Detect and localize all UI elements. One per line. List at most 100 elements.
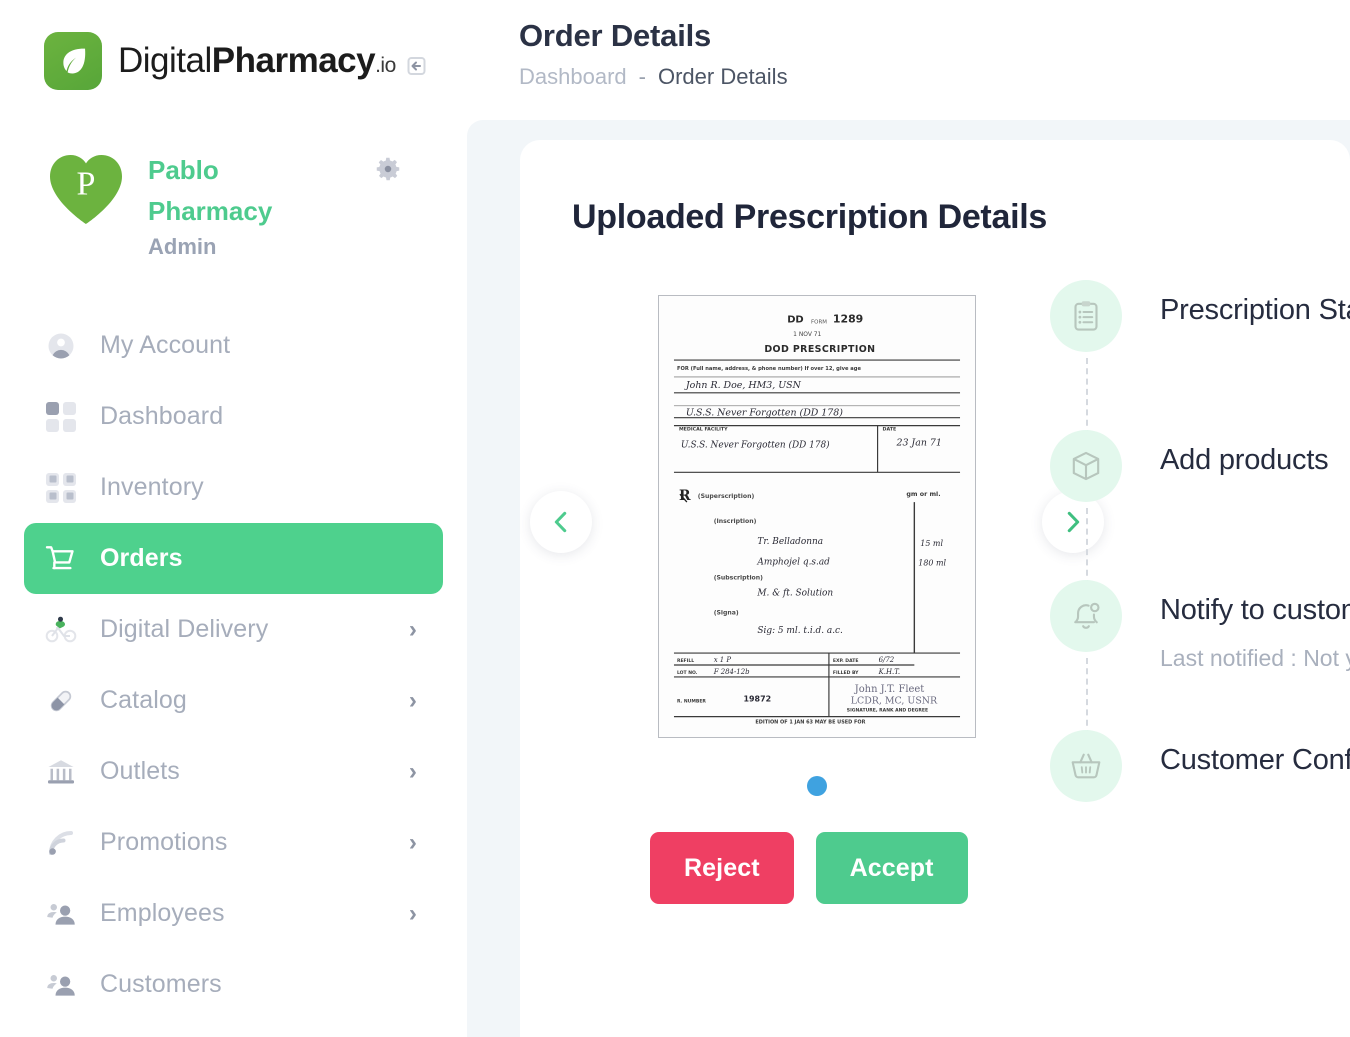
svg-text:K.H.T.: K.H.T. — [878, 668, 901, 676]
svg-text:180 ml: 180 ml — [918, 559, 946, 568]
brand-title: DigitalPharmacy.io — [118, 41, 396, 81]
breadcrumb: Dashboard - Order Details — [519, 64, 1350, 90]
user-circle-icon — [44, 329, 78, 363]
pill-capsule-icon — [44, 684, 78, 718]
card-title: Uploaded Prescription Details — [572, 198, 1047, 236]
prescription-card: Uploaded Prescription Details DD FORM 12… — [520, 140, 1350, 1037]
sidebar-item-label: Dashboard — [100, 402, 224, 431]
package-box-icon — [1050, 430, 1122, 502]
page-title: Order Details — [519, 18, 712, 53]
accept-button[interactable]: Accept — [815, 832, 968, 904]
svg-text:Sig: 5 ml. t.i.d. a.c.: Sig: 5 ml. t.i.d. a.c. — [757, 626, 843, 636]
carousel-dots[interactable] — [658, 776, 976, 796]
sidebar-item-my-account[interactable]: My Account — [24, 310, 443, 381]
svg-text:x 1 P: x 1 P — [714, 656, 732, 664]
svg-text:DD: DD — [787, 314, 803, 325]
svg-text:EXP. DATE: EXP. DATE — [833, 658, 859, 664]
shopping-cart-icon — [44, 542, 78, 576]
svg-text:1 NOV 71: 1 NOV 71 — [793, 331, 821, 338]
svg-text:LCDR, MC, USNR: LCDR, MC, USNR — [851, 696, 938, 707]
chevron-right-icon: › — [408, 757, 417, 785]
sidebar-item-customers[interactable]: Customers — [24, 949, 443, 1020]
avatar-letter: P — [76, 165, 96, 203]
brand-name-light: Digital — [118, 41, 212, 80]
cyclist-icon — [44, 613, 78, 647]
grid-dots-icon — [44, 471, 78, 505]
svg-text:(Subscription): (Subscription) — [714, 575, 763, 582]
svg-text:REFILL: REFILL — [677, 658, 694, 664]
chevron-right-icon: › — [408, 686, 417, 714]
step-add-products[interactable]: Add products — [1032, 430, 1350, 586]
sidebar-collapse-icon[interactable] — [404, 53, 430, 79]
carousel-dot-active[interactable] — [807, 776, 827, 796]
sidebar-item-orders[interactable]: Orders — [24, 523, 443, 595]
brand-header[interactable]: DigitalPharmacy.io — [0, 0, 467, 96]
chevron-right-icon: › — [408, 615, 417, 643]
order-steps-timeline: Prescription Status Add products — [1032, 280, 1350, 820]
svg-text:M. & ft. Solution: M. & ft. Solution — [756, 588, 833, 598]
carousel-prev-button[interactable] — [530, 491, 592, 553]
profile-block[interactable]: P Pablo Pharmacy Admin — [0, 96, 467, 260]
step-notify-customer[interactable]: Notify to customer Last notified : Not y… — [1032, 580, 1350, 736]
svg-text:15 ml: 15 ml — [920, 539, 943, 548]
sidebar-item-label: Orders — [100, 544, 183, 573]
sidebar-item-employees[interactable]: Employees › — [24, 878, 443, 949]
step-label: Notify to customer — [1160, 594, 1350, 626]
svg-text:6/72: 6/72 — [879, 656, 895, 664]
breadcrumb-current: Order Details — [657, 64, 788, 89]
sidebar-item-catalog[interactable]: Catalog › — [24, 665, 443, 736]
sidebar-item-inventory[interactable]: Inventory — [24, 452, 443, 523]
svg-text:John R. Doe, HM3, USN: John R. Doe, HM3, USN — [684, 380, 802, 391]
sidebar-item-promotions[interactable]: Promotions › — [24, 807, 443, 878]
reject-button[interactable]: Reject — [650, 832, 794, 904]
step-customer-confirmation[interactable]: Customer Confirmation — [1032, 730, 1350, 820]
rss-signal-icon — [44, 826, 78, 860]
step-label: Prescription Status — [1160, 294, 1350, 326]
grid-squares-icon — [44, 400, 78, 434]
sidebar-item-label: Digital Delivery — [100, 615, 269, 644]
step-prescription-status[interactable]: Prescription Status — [1032, 280, 1350, 436]
chevron-right-icon: › — [408, 899, 417, 927]
svg-text:FOR (Full name, address, & pho: FOR (Full name, address, & phone number)… — [677, 366, 862, 372]
gear-icon[interactable] — [371, 152, 405, 186]
leaf-icon — [44, 32, 102, 90]
svg-text:MEDICAL FACILITY: MEDICAL FACILITY — [679, 427, 728, 433]
app-root: DigitalPharmacy.io P Pablo Pharmacy Admi… — [0, 0, 1350, 1037]
svg-text:EDITION OF 1 JAN 63 MAY BE USE: EDITION OF 1 JAN 63 MAY BE USED FOR — [755, 720, 865, 726]
step-label: Customer Confirmation — [1160, 744, 1350, 776]
svg-text:Amphojel q.s.ad: Amphojel q.s.ad — [756, 558, 830, 568]
svg-text:DATE: DATE — [883, 427, 897, 433]
sidebar-item-label: Promotions — [100, 828, 228, 857]
svg-text:F 284-12b: F 284-12b — [713, 668, 750, 676]
page-header: Order Details Dashboard - Order Details — [467, 0, 1350, 90]
svg-text:Tr. Belladonna: Tr. Belladonna — [757, 537, 823, 547]
svg-text:U.S.S. Never Forgotten (DD: U.S.S. Never Forgotten (DD 178) — [686, 408, 843, 419]
step-connector — [1085, 508, 1088, 586]
people-icon — [44, 968, 78, 1002]
svg-text:FORM: FORM — [811, 319, 827, 325]
svg-text:DOD PRESCRIPTION: DOD PRESCRIPTION — [764, 344, 875, 355]
svg-text:John J.T. Fleet: John J.T. Fleet — [854, 684, 925, 695]
breadcrumb-parent[interactable]: Dashboard — [519, 64, 627, 90]
main-region: Order Details Dashboard - Order Details … — [467, 0, 1350, 1037]
svg-text:R. NUMBER: R. NUMBER — [677, 699, 706, 705]
svg-text:gm or ml.: gm or ml. — [906, 491, 940, 498]
breadcrumb-separator: - — [638, 64, 646, 89]
sidebar-item-dashboard[interactable]: Dashboard — [24, 381, 443, 452]
svg-text:19872: 19872 — [744, 695, 772, 704]
chevron-right-icon: › — [408, 828, 417, 856]
prescription-scan: DD FORM 1289 1 NOV 71 DOD PRESCRIPTION F… — [670, 305, 964, 728]
sidebar-item-digital-delivery[interactable]: Digital Delivery › — [24, 594, 443, 665]
step-last-notified: Last notified : Not yet — [1160, 645, 1350, 671]
svg-text:FILLED BY: FILLED BY — [833, 670, 859, 676]
sidebar-item-label: Outlets — [100, 757, 180, 786]
brand-tld: .io — [375, 54, 396, 77]
shopping-basket-icon — [1050, 730, 1122, 802]
profile-role: Admin — [148, 234, 217, 260]
sidebar-item-outlets[interactable]: Outlets › — [24, 736, 443, 807]
svg-text:SIGNATURE, RANK AND DEGREE: SIGNATURE, RANK AND DEGREE — [847, 708, 928, 714]
step-connector — [1085, 658, 1088, 736]
step-label: Add products — [1160, 444, 1329, 476]
prescription-image[interactable]: DD FORM 1289 1 NOV 71 DOD PRESCRIPTION F… — [658, 295, 976, 738]
sidebar-nav: My Account Dashboard Inventory Orders Di… — [0, 310, 467, 1020]
